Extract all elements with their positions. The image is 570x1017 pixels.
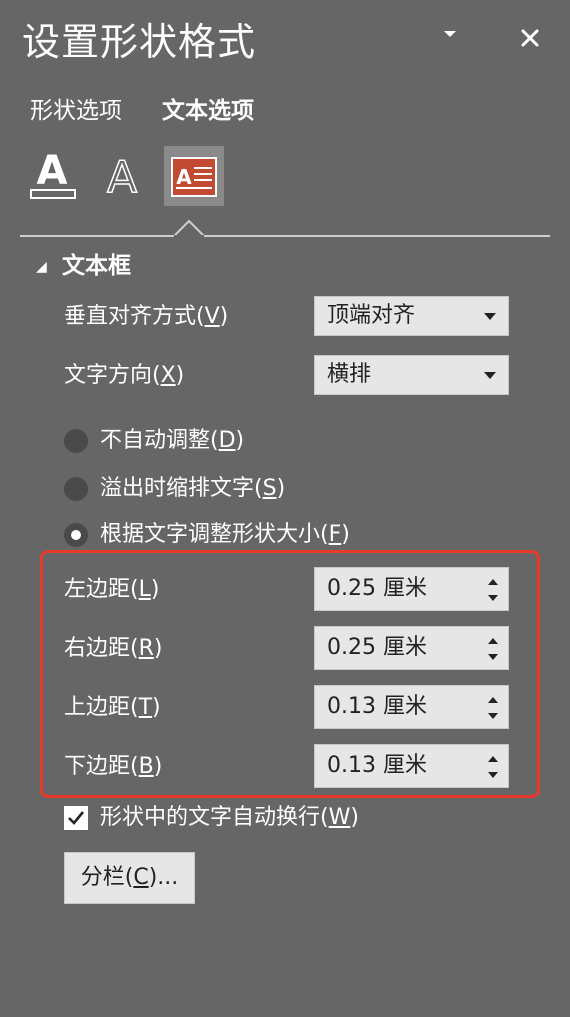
checkmark-icon — [68, 811, 85, 825]
left-margin-value[interactable]: 0.25 厘米 — [327, 568, 427, 610]
bottom-margin-value[interactable]: 0.13 厘米 — [327, 745, 427, 787]
tab-text-options[interactable]: 文本选项 — [162, 96, 254, 126]
top-margin-spinner[interactable]: 0.13 厘米 — [314, 685, 509, 729]
section-textbox-header[interactable]: ◢ 文本框 — [36, 250, 131, 283]
left-margin-spinner[interactable]: 0.25 厘米 — [314, 567, 509, 611]
right-margin-spinner[interactable]: 0.25 厘米 — [314, 626, 509, 670]
textbox-icon[interactable]: A — [164, 146, 224, 206]
section-title: 文本框 — [62, 253, 131, 279]
close-icon[interactable] — [518, 26, 542, 50]
collapse-triangle-icon: ◢ — [36, 258, 47, 275]
svg-text:A: A — [37, 148, 68, 194]
left-margin-label: 左边距(L) — [64, 577, 160, 602]
columns-button[interactable]: 分栏(C)... — [64, 852, 195, 904]
dropdown-arrow-icon — [484, 313, 496, 320]
radio-button-unchecked[interactable] — [64, 429, 88, 453]
svg-text:A: A — [107, 152, 137, 203]
right-margin-value[interactable]: 0.25 厘米 — [327, 627, 427, 669]
spin-up-icon[interactable] — [488, 579, 498, 585]
text-direction-value: 横排 — [327, 362, 372, 387]
tab-divider — [20, 235, 550, 237]
dropdown-arrow-icon — [484, 372, 496, 379]
panel-title: 设置形状格式 — [22, 20, 257, 64]
text-effects-icon[interactable]: A — [100, 146, 160, 206]
svg-text:A: A — [176, 165, 192, 189]
vertical-align-label: 垂直对齐方式(V) — [64, 304, 229, 329]
chevron-down-icon[interactable] — [440, 24, 460, 44]
text-direction-dropdown[interactable]: 横排 — [314, 355, 509, 395]
spin-up-icon[interactable] — [488, 697, 498, 703]
wrap-text-checkbox[interactable] — [64, 806, 88, 830]
spin-down-icon[interactable] — [488, 595, 498, 601]
top-margin-value[interactable]: 0.13 厘米 — [327, 686, 427, 728]
spin-down-icon[interactable] — [488, 713, 498, 719]
radio-button-checked[interactable] — [64, 523, 88, 547]
vertical-align-value: 顶端对齐 — [327, 303, 416, 328]
bottom-margin-label: 下边距(B) — [64, 754, 163, 779]
tab-shape-options[interactable]: 形状选项 — [30, 96, 122, 126]
bottom-margin-spinner[interactable]: 0.13 厘米 — [314, 744, 509, 788]
spin-up-icon[interactable] — [488, 756, 498, 762]
vertical-align-dropdown[interactable]: 顶端对齐 — [314, 296, 509, 336]
right-margin-label: 右边距(R) — [64, 636, 163, 661]
radio-button-unchecked[interactable] — [64, 477, 88, 501]
top-margin-label: 上边距(T) — [64, 695, 161, 720]
spin-up-icon[interactable] — [488, 638, 498, 644]
tab-notch — [171, 219, 207, 238]
spin-down-icon[interactable] — [488, 772, 498, 778]
text-fill-outline-icon[interactable]: A — [30, 146, 90, 206]
spin-down-icon[interactable] — [488, 654, 498, 660]
text-direction-label: 文字方向(X) — [64, 363, 185, 388]
